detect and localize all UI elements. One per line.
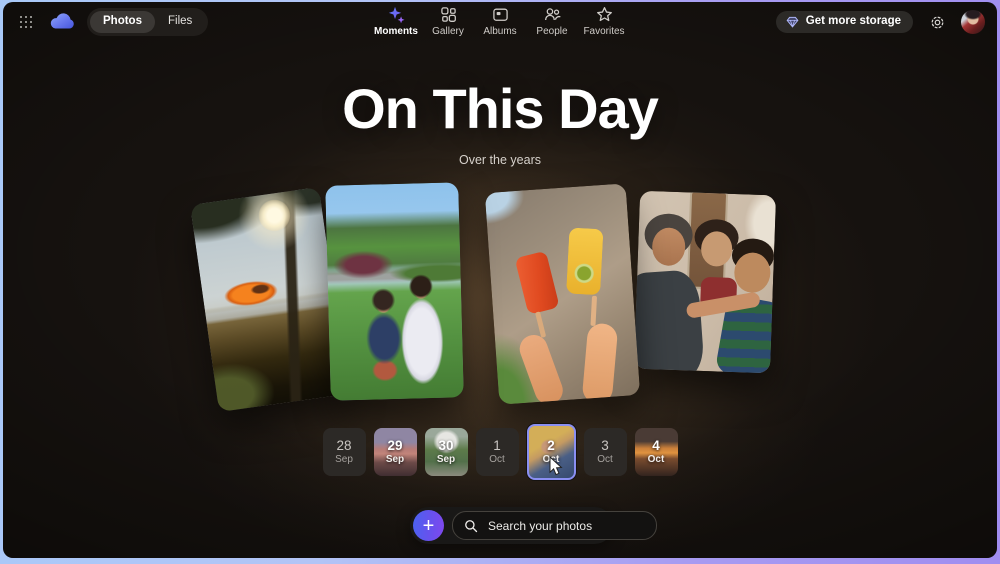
date-tile-1-oct[interactable]: 1 Oct — [476, 428, 519, 476]
diamond-icon — [786, 16, 799, 28]
boy-face-shape — [734, 252, 771, 293]
primary-nav: Moments Gallery Albums — [374, 6, 626, 37]
tab-label: Moments — [374, 26, 418, 37]
page-subtitle: Over the years — [3, 153, 997, 167]
page-title: On This Day — [3, 78, 997, 140]
tab-gallery[interactable]: Gallery — [426, 6, 470, 37]
app-launcher-button[interactable] — [15, 11, 37, 33]
gear-icon — [929, 14, 946, 31]
photo-card-family-selfie[interactable] — [634, 191, 776, 374]
tab-label: Albums — [483, 26, 516, 37]
hand-shape — [582, 322, 619, 404]
toggle-photos[interactable]: Photos — [90, 11, 155, 33]
date-tile-4-oct[interactable]: 4 Oct — [635, 428, 678, 476]
view-toggle: Photos Files — [87, 8, 208, 36]
date-strip: 28 Sep 29 Sep 30 Sep 1 Oct 2 Oct 3 Oct 4… — [3, 424, 997, 480]
tab-label: Gallery — [432, 26, 464, 37]
albums-icon — [492, 6, 509, 23]
account-avatar[interactable] — [961, 10, 985, 34]
date-month: Oct — [648, 454, 665, 466]
tab-people[interactable]: People — [530, 6, 574, 37]
date-tile-30-sep[interactable]: 30 Sep — [425, 428, 468, 476]
mother-face-shape — [652, 227, 686, 266]
date-day: 1 — [493, 438, 501, 454]
onedrive-logo[interactable] — [48, 13, 76, 31]
star-icon — [596, 6, 613, 23]
date-month: Sep — [386, 454, 404, 466]
date-day: 29 — [387, 438, 402, 454]
date-day: 3 — [601, 438, 609, 454]
tab-label: People — [536, 26, 567, 37]
yellow-popsicle-shape — [566, 228, 603, 296]
add-photos-button[interactable]: + — [413, 510, 444, 541]
tab-moments[interactable]: Moments — [374, 6, 418, 37]
red-popsicle-shape — [515, 251, 560, 315]
photo-card-popsicles[interactable] — [485, 183, 640, 404]
tab-favorites[interactable]: Favorites — [582, 6, 626, 37]
date-tile-3-oct[interactable]: 3 Oct — [584, 428, 627, 476]
mother-body-shape — [634, 269, 705, 373]
date-tile-2-oct-selected[interactable]: 2 Oct — [527, 424, 576, 480]
storage-button-label: Get more storage — [806, 16, 901, 28]
date-month: Sep — [335, 454, 353, 466]
app-launcher-icon — [20, 16, 33, 29]
date-tile-29-sep[interactable]: 29 Sep — [374, 428, 417, 476]
popsicle-stick-shape — [535, 311, 546, 337]
date-month: Oct — [489, 454, 505, 466]
date-day: 4 — [652, 438, 660, 454]
gallery-grid-icon — [440, 6, 457, 23]
date-month: Sep — [437, 454, 455, 466]
bottom-action-bar: + — [410, 507, 613, 544]
top-bar-right: Get more storage — [776, 10, 985, 34]
photo-card-kids-peace-signs[interactable] — [325, 182, 464, 400]
search-field-container — [452, 511, 657, 540]
date-day: 2 — [547, 438, 555, 454]
get-more-storage-button[interactable]: Get more storage — [776, 11, 913, 33]
date-month: Oct — [543, 454, 560, 466]
hand-shape — [516, 331, 567, 405]
tab-albums[interactable]: Albums — [478, 6, 522, 37]
popsicle-stick-shape — [590, 296, 597, 326]
moments-sparkles-icon — [388, 6, 405, 23]
tab-label: Favorites — [583, 26, 624, 37]
date-month: Oct — [597, 454, 613, 466]
child-face-shape — [701, 231, 733, 267]
photo-card-hammock-in-forest[interactable] — [190, 187, 348, 412]
hero-section: On This Day Over the years — [3, 78, 997, 167]
date-day: 28 — [336, 438, 351, 454]
top-bar-left: Photos Files — [15, 8, 208, 36]
toggle-files[interactable]: Files — [155, 11, 205, 33]
date-tile-28-sep[interactable]: 28 Sep — [323, 428, 366, 476]
date-day: 30 — [438, 438, 453, 454]
people-icon — [544, 6, 561, 23]
search-input[interactable] — [486, 518, 645, 534]
settings-button[interactable] — [927, 12, 947, 32]
search-icon — [464, 519, 478, 533]
top-bar: Photos Files Moments — [3, 2, 997, 42]
onedrive-photos-app: Photos Files Moments — [3, 2, 997, 558]
